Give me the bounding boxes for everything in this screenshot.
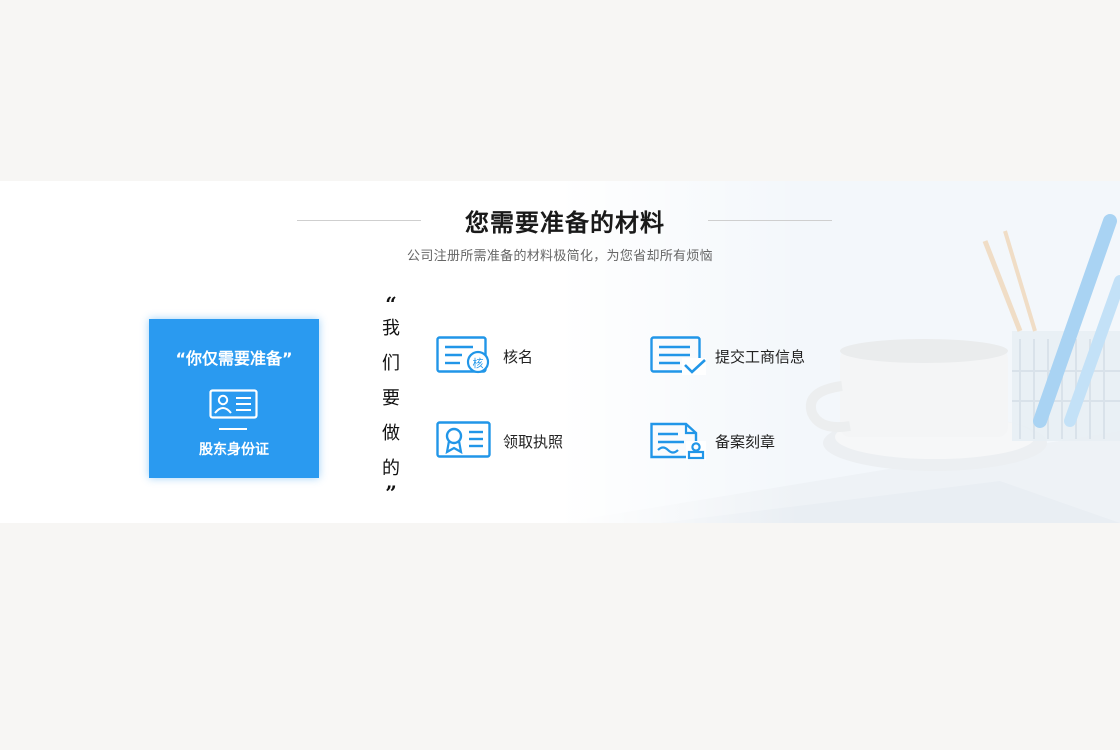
card-label: 股东身份证 (199, 442, 269, 458)
service-label: 领取执照 (503, 433, 564, 451)
service-item-name-check[interactable]: 核 核名 (436, 336, 576, 376)
service-item-get-license[interactable]: 领取执照 (436, 421, 586, 461)
what-we-do-heading: “ 我 们 要 做 的 ” (376, 292, 406, 503)
heading-char: 我 (382, 318, 400, 339)
heading-char: 们 (382, 353, 400, 374)
service-label: 核名 (503, 348, 534, 366)
service-label: 提交工商信息 (715, 348, 806, 366)
section-header: 您需要准备的材料 (0, 203, 1120, 239)
service-label: 备案刻章 (715, 433, 776, 451)
section-title: 您需要准备的材料 (465, 209, 665, 237)
seal-record-icon (650, 422, 706, 460)
card-title: “你仅需要准备” (175, 349, 293, 368)
card-divider (219, 428, 247, 430)
you-only-need-card: “你仅需要准备” 股东身份证 (149, 319, 319, 478)
license-certificate-icon (436, 421, 491, 458)
name-check-icon: 核 (436, 336, 490, 374)
divider-left (297, 220, 421, 221)
divider-right (708, 220, 832, 221)
close-quote: ” (385, 481, 397, 505)
heading-char: 做 (382, 423, 400, 444)
section-subtitle: 公司注册所需准备的材料极简化，为您省却所有烦恼 (407, 249, 713, 264)
materials-section: 您需要准备的材料 公司注册所需准备的材料极简化，为您省却所有烦恼 “你仅需要准备… (0, 181, 1120, 523)
submit-document-icon (650, 336, 706, 375)
heading-char: 要 (382, 388, 400, 409)
service-item-submit-info[interactable]: 提交工商信息 (650, 336, 830, 376)
open-quote: “ (385, 292, 397, 316)
service-item-seal-record[interactable]: 备案刻章 (650, 421, 800, 461)
id-card-icon (209, 389, 258, 419)
name-check-badge: 核 (473, 356, 484, 370)
